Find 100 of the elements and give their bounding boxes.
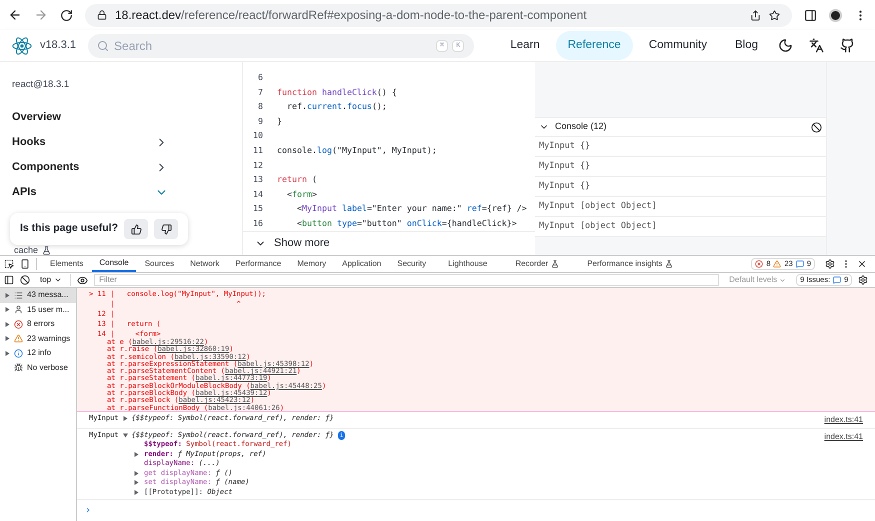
expand-arrow-icon[interactable] — [5, 322, 10, 327]
console-row: MyInput {} — [535, 137, 826, 157]
line-number: 12 — [252, 158, 264, 172]
filter-field[interactable]: Filter — [94, 274, 720, 286]
code-line: console.log("MyInput", MyInput); — [277, 144, 437, 156]
console-filter-item[interactable]: 15 user m... — [0, 302, 76, 317]
github-icon[interactable] — [840, 38, 855, 53]
line-number: 6 — [257, 71, 264, 84]
devtools-tab[interactable]: Application — [335, 256, 388, 272]
console-filter-item[interactable]: 12 info — [0, 346, 76, 360]
profile-avatar[interactable] — [829, 8, 842, 22]
thumbs-up-button[interactable] — [124, 219, 148, 239]
console-filter-item[interactable]: 43 messa... — [0, 288, 76, 302]
thumbs-up-icon — [130, 224, 142, 234]
feedback-question: Is this page useful? — [20, 221, 118, 236]
expand-arrow-icon[interactable] — [134, 452, 139, 457]
code-line: return ( — [277, 173, 317, 186]
console-row: MyInput [object Object] — [535, 217, 826, 237]
info-icon — [14, 348, 23, 358]
back-icon[interactable] — [8, 8, 22, 22]
settings-icon[interactable] — [858, 275, 868, 285]
sidebar-item[interactable]: APIs — [12, 184, 36, 201]
source-link[interactable]: index.ts:41 — [824, 430, 863, 442]
sidebar-item[interactable]: cache — [14, 245, 38, 255]
line-number: 8 — [257, 100, 264, 113]
devtools-tab[interactable]: Network — [183, 256, 226, 272]
dark-mode-icon[interactable] — [778, 38, 793, 53]
bug-icon — [14, 363, 23, 372]
devtools-tab[interactable]: Elements — [43, 256, 90, 272]
nav-link[interactable]: Community — [636, 30, 719, 60]
side-panel-icon[interactable] — [804, 8, 817, 22]
devtools-tab[interactable]: Recorder — [502, 256, 572, 272]
clear-console-icon[interactable] — [811, 122, 822, 132]
lock-icon — [97, 10, 107, 20]
close-icon[interactable] — [857, 259, 867, 269]
nav-link[interactable]: Learn — [498, 30, 552, 60]
devtools-tab[interactable]: Sources — [138, 256, 182, 272]
message-icon — [833, 276, 842, 284]
expand-arrow-icon[interactable] — [122, 432, 128, 438]
code-line: <MyInput label="Enter your name:" ref={ref} /> — [296, 202, 527, 215]
line-number: 13 — [252, 173, 264, 186]
expand-arrow-icon[interactable] — [5, 336, 10, 342]
sidebar-item[interactable]: Components — [12, 158, 80, 176]
console-filter-item[interactable]: 23 warnings — [0, 332, 76, 346]
expand-arrow-icon[interactable] — [5, 350, 10, 356]
code-line: } — [277, 114, 282, 128]
console-filter-item[interactable]: No verbose — [0, 360, 76, 375]
expand-arrow-icon[interactable] — [5, 307, 10, 312]
sidebar-item[interactable]: Hooks — [12, 134, 46, 150]
share-icon[interactable] — [750, 10, 761, 20]
code-line: function handleClick() { — [277, 86, 397, 98]
clear-console-icon[interactable] — [20, 275, 30, 285]
nav-link[interactable]: Reference — [556, 30, 633, 60]
bookmark-icon[interactable] — [769, 10, 780, 20]
settings-icon[interactable] — [825, 259, 835, 269]
code-line: <button type="button" onClick={handleClick}> — [296, 217, 517, 230]
console-row: MyInput {} — [535, 157, 826, 177]
search-icon — [97, 40, 110, 52]
devtools-tab[interactable]: Lighthouse — [435, 256, 500, 272]
console-prompt[interactable]: › — [85, 505, 92, 516]
address-bar[interactable]: 18.react.dev/reference/react/forwardRef#exposing-a-dom-node-to-the-parent-component — [85, 4, 792, 26]
inspect-icon[interactable] — [4, 259, 14, 269]
line-number: 9 — [257, 114, 264, 128]
devtools-tab[interactable]: Performance insights — [574, 256, 686, 272]
console-title: Console (12) — [555, 120, 607, 134]
thumbs-down-button[interactable] — [154, 219, 178, 239]
live-expression-icon[interactable] — [77, 274, 88, 286]
line-number: 14 — [252, 188, 264, 200]
atom-logo-icon[interactable] — [12, 34, 32, 56]
sidebar-toggle-icon[interactable] — [4, 275, 14, 285]
devtools-tab[interactable]: Security — [390, 256, 434, 272]
expand-arrow-icon[interactable] — [5, 292, 10, 298]
line-number: 15 — [252, 202, 264, 215]
console-row: MyInput [object Object] — [535, 197, 826, 217]
line-number: 16 — [252, 217, 264, 230]
code-line: ref.current.focus(); — [286, 100, 387, 113]
user-icon — [14, 305, 23, 314]
warning-icon — [773, 260, 782, 268]
source-link[interactable]: index.ts:41 — [824, 414, 863, 426]
thumbs-down-icon — [160, 224, 172, 234]
expand-arrow-icon[interactable] — [122, 416, 128, 421]
forward-icon[interactable] — [34, 8, 48, 22]
reload-icon[interactable] — [60, 8, 73, 22]
console-header[interactable]: Console (12) — [535, 117, 826, 137]
expand-arrow-icon[interactable] — [134, 480, 139, 486]
flask-icon — [42, 246, 52, 254]
expand-arrow-icon[interactable] — [134, 490, 139, 495]
devtools-tab[interactable]: Memory — [290, 256, 334, 272]
nav-link[interactable]: Blog — [722, 30, 770, 60]
error-icon — [14, 320, 23, 329]
devtools-tab[interactable]: Performance — [228, 256, 288, 272]
device-toolbar-icon[interactable] — [20, 259, 30, 269]
console-filter-item[interactable]: 8 errors — [0, 317, 76, 332]
language-icon[interactable] — [809, 38, 824, 53]
context-dropdown[interactable]: top — [36, 274, 72, 286]
line-number: 7 — [257, 86, 264, 98]
line-number: 11 — [252, 144, 264, 156]
sidebar-item[interactable]: Overview — [12, 108, 61, 126]
line-number: 10 — [252, 129, 264, 142]
expand-arrow-icon[interactable] — [134, 470, 139, 476]
